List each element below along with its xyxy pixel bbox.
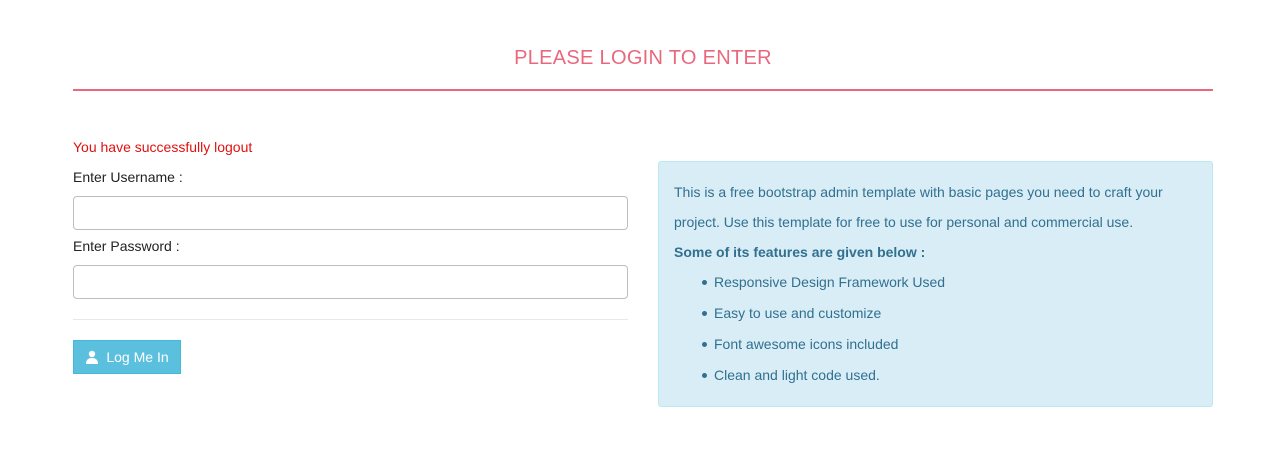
page-title: PLEASE LOGIN TO ENTER xyxy=(514,47,772,69)
list-item: Responsive Design Framework Used xyxy=(702,267,1197,298)
username-input[interactable] xyxy=(73,196,628,230)
header-divider xyxy=(73,89,1213,91)
user-icon xyxy=(85,350,99,364)
features-heading: Some of its features are given below : xyxy=(674,244,926,260)
bullet-icon xyxy=(702,342,707,347)
bullet-icon xyxy=(702,373,707,378)
list-item: Font awesome icons included xyxy=(702,329,1197,360)
feature-text: Responsive Design Framework Used xyxy=(714,274,946,290)
status-message: You have successfully logout xyxy=(73,139,253,155)
list-item: Clean and light code used. xyxy=(702,360,1197,391)
feature-text: Font awesome icons included xyxy=(714,336,899,352)
password-label: Enter Password : xyxy=(73,238,180,254)
password-input[interactable] xyxy=(73,265,628,299)
login-button-label: Log Me In xyxy=(106,349,169,365)
bullet-icon xyxy=(702,280,707,285)
bullet-icon xyxy=(702,311,707,316)
username-label: Enter Username : xyxy=(73,169,183,185)
info-panel: This is a free bootstrap admin template … xyxy=(658,161,1213,407)
login-button[interactable]: Log Me In xyxy=(73,340,181,374)
feature-text: Clean and light code used. xyxy=(714,367,880,383)
info-description: This is a free bootstrap admin template … xyxy=(674,184,1163,230)
login-page: PLEASE LOGIN TO ENTER You have successfu… xyxy=(0,0,1288,455)
feature-list: Responsive Design Framework Used Easy to… xyxy=(674,267,1197,391)
form-divider xyxy=(73,319,628,320)
feature-text: Easy to use and customize xyxy=(714,305,882,321)
list-item: Easy to use and customize xyxy=(702,298,1197,329)
